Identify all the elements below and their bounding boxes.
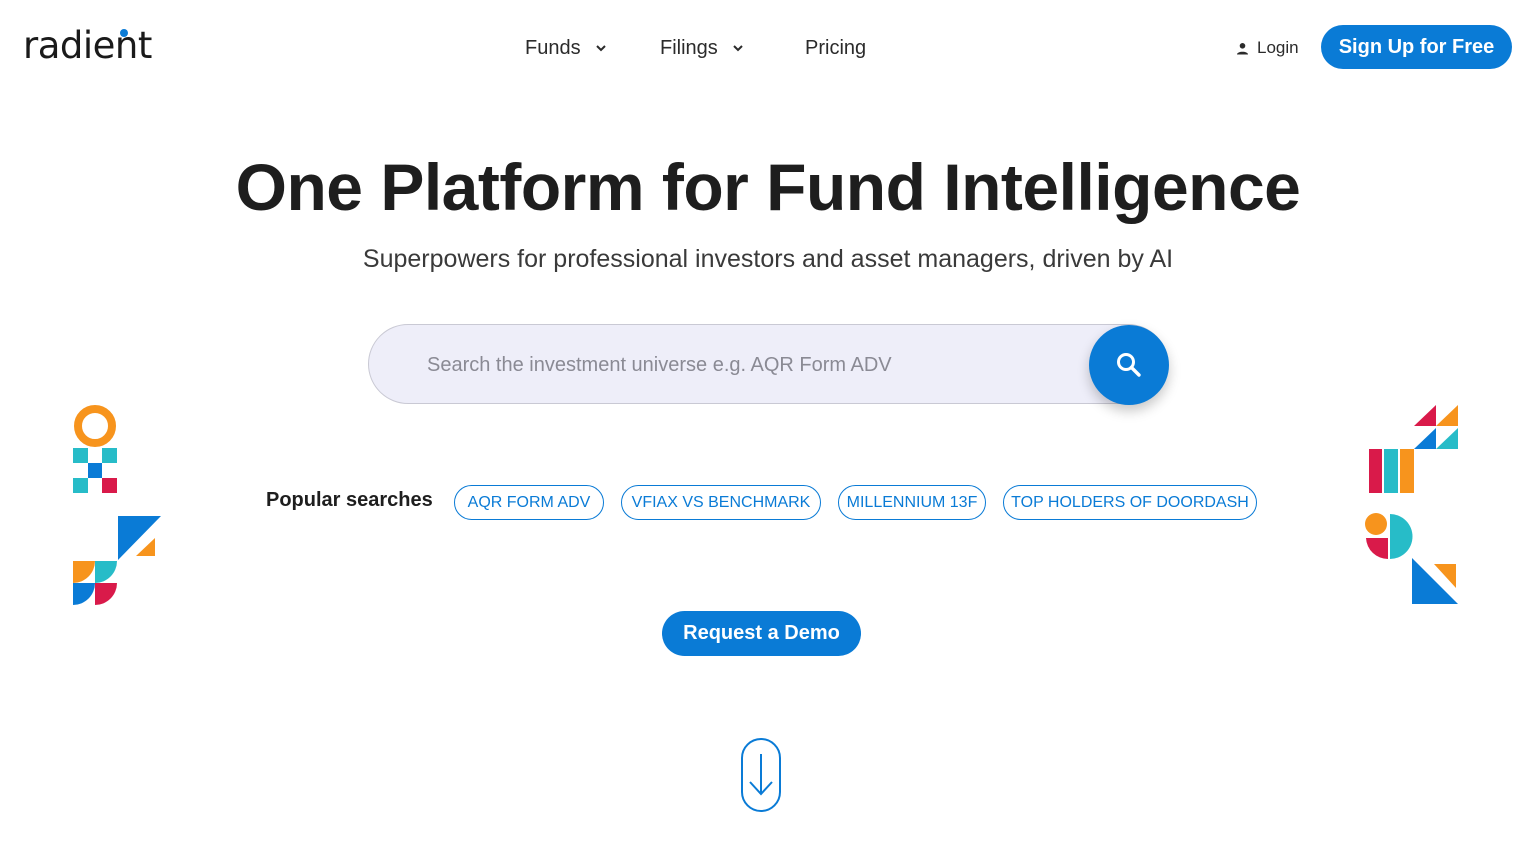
left-decoration-top xyxy=(73,405,117,493)
left-decoration-bottom xyxy=(73,516,161,605)
scroll-down-button[interactable] xyxy=(741,738,781,812)
nav-filings[interactable]: Filings xyxy=(660,33,744,63)
popular-chip-vfiax-vs-benchmark[interactable]: VFIAX VS BENCHMARK xyxy=(621,485,821,520)
nav-pricing[interactable]: Pricing xyxy=(805,33,866,63)
chevron-down-icon xyxy=(733,45,743,52)
arrow-down-icon xyxy=(749,754,773,796)
nav-filings-label: Filings xyxy=(660,36,718,59)
right-decoration-bottom xyxy=(1365,513,1458,604)
logo[interactable]: radient xyxy=(0,0,170,90)
logo-text: radient xyxy=(23,24,152,67)
search-button[interactable] xyxy=(1089,325,1169,405)
signup-button[interactable]: Sign Up for Free xyxy=(1321,25,1512,69)
hero-subtitle: Superpowers for professional investors a… xyxy=(362,245,1174,273)
popular-searches-label: Popular searches xyxy=(266,489,433,511)
search-icon xyxy=(1117,353,1141,377)
hero-title: One Platform for Fund Intelligence xyxy=(235,150,1301,224)
login-label: Login xyxy=(1257,38,1299,57)
popular-chip-millennium-13f[interactable]: MILLENNIUM 13F xyxy=(838,485,986,520)
right-decoration-top xyxy=(1369,405,1458,493)
nav-funds[interactable]: Funds xyxy=(525,33,607,63)
person-icon xyxy=(1237,42,1248,54)
nav-pricing-label: Pricing xyxy=(805,36,867,59)
search-input[interactable] xyxy=(425,325,1079,405)
nav-funds-label: Funds xyxy=(525,36,581,59)
login-link[interactable]: Login xyxy=(1236,36,1299,60)
search-bar xyxy=(368,324,1168,405)
request-demo-button[interactable]: Request a Demo xyxy=(662,611,861,656)
popular-chip-top-holders-doordash[interactable]: TOP HOLDERS OF DOORDASH xyxy=(1003,485,1257,520)
chevron-down-icon xyxy=(595,45,606,52)
logo-dot xyxy=(120,29,128,37)
popular-chip-aqr-form-adv[interactable]: AQR FORM ADV xyxy=(454,485,604,520)
